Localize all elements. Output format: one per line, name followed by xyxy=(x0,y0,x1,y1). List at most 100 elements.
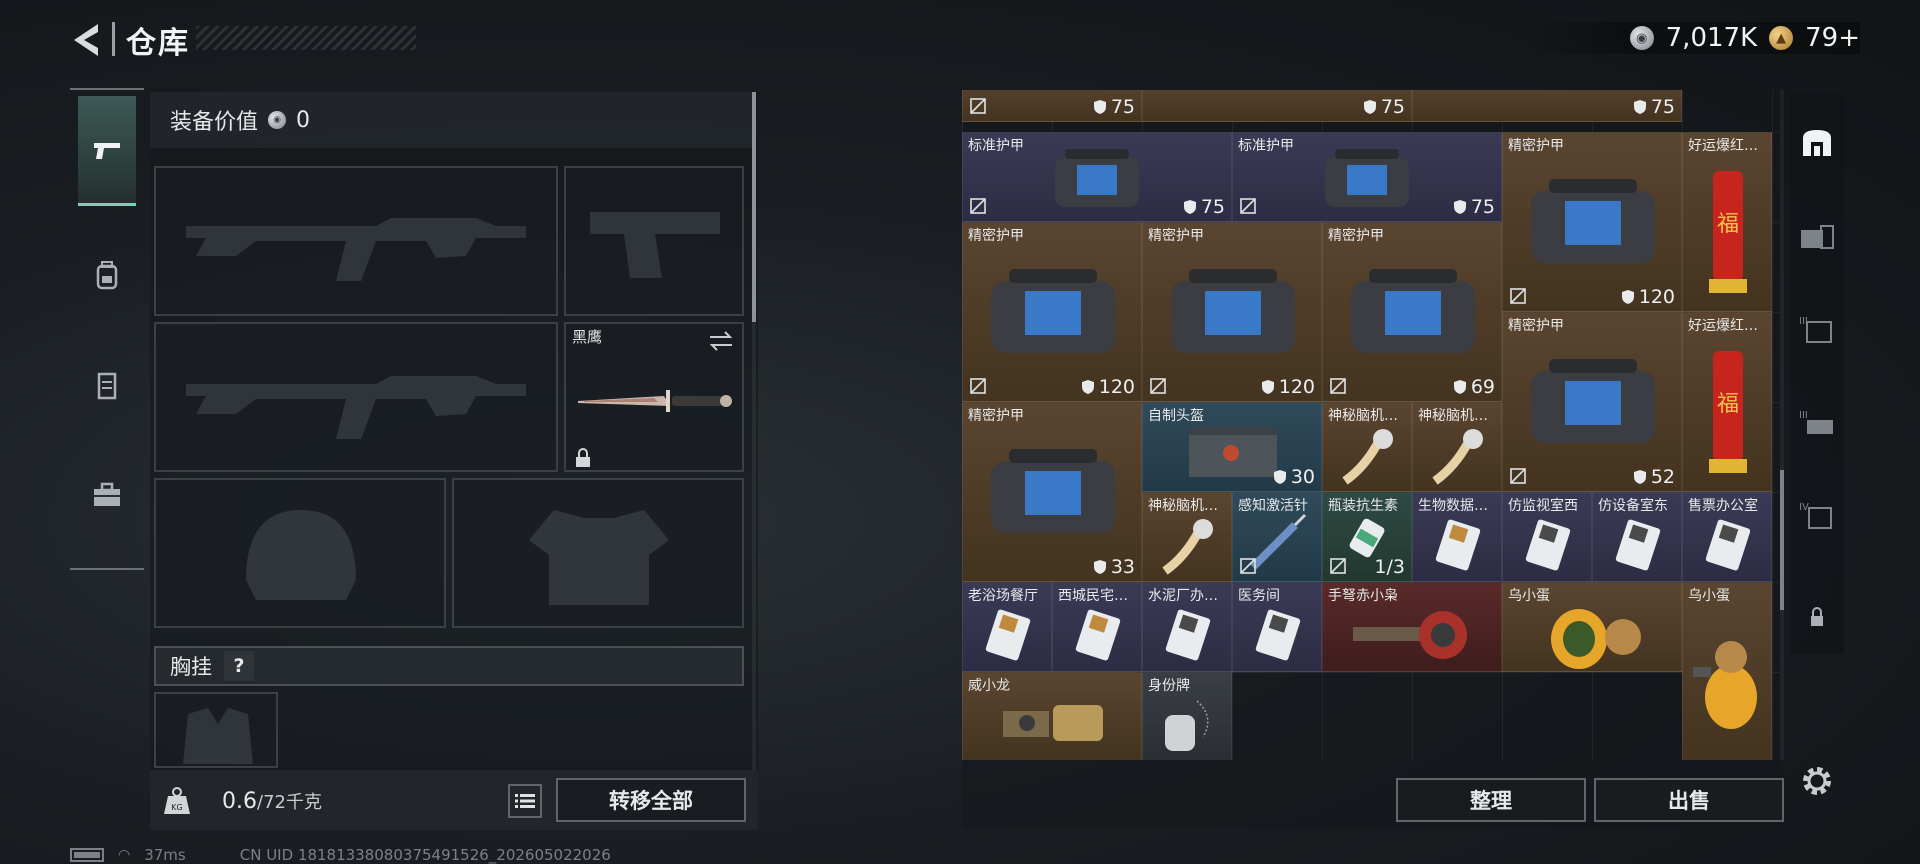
knife-icon xyxy=(578,390,732,412)
stash-item-standard-armor[interactable]: 标准护甲 75 xyxy=(1232,132,1502,222)
back-button[interactable] xyxy=(68,20,104,60)
shield-icon xyxy=(1261,380,1274,394)
settings-gear-icon[interactable] xyxy=(1798,762,1836,800)
stash-item-firecracker[interactable]: 好运爆红… 福 xyxy=(1682,312,1772,492)
stash-tab-4-icon: III xyxy=(1799,410,1833,434)
primary-weapon-slot[interactable] xyxy=(154,166,558,316)
firecracker-icon: 福 xyxy=(1709,351,1747,473)
tab-toolbox[interactable] xyxy=(78,440,136,550)
stash-item-keycard[interactable]: 仿设备室东 xyxy=(1592,492,1682,582)
figure-icon xyxy=(1353,611,1467,659)
tab-rig[interactable] xyxy=(78,330,136,440)
stash-item-dragon-figure[interactable]: 威小龙 xyxy=(962,672,1142,760)
melee-name: 黑鹰 xyxy=(572,328,603,346)
stash-item-precision-armor[interactable]: 精密护甲 69 xyxy=(1322,222,1502,402)
stash-item-dog-tag[interactable]: 身份牌 xyxy=(1142,672,1232,760)
item-name: 精密护甲 xyxy=(968,408,1024,424)
stash-item-homemade-helmet[interactable]: 自制头盔 30 xyxy=(1142,402,1322,492)
no-insurance-icon xyxy=(1150,378,1166,394)
sell-button[interactable]: 出售 xyxy=(1594,778,1784,822)
keycard-icon xyxy=(1525,519,1571,571)
silver-coin-icon: ◉ xyxy=(1629,26,1654,50)
stash-item-keycard[interactable]: 水泥厂办… xyxy=(1142,582,1232,672)
no-insurance-icon xyxy=(1240,198,1256,214)
gold-amount[interactable]: 79+ xyxy=(1805,23,1860,53)
item-name: 神秘脑机… xyxy=(1418,408,1488,424)
egg-figure-icon xyxy=(1693,641,1757,729)
swap-icon[interactable] xyxy=(708,330,734,352)
stash-tab-3-icon: III xyxy=(1799,316,1832,343)
stash-item-brain-chip[interactable]: 神秘脑机… xyxy=(1412,402,1502,492)
armor-bag-icon xyxy=(1055,149,1139,207)
item-name: 精密护甲 xyxy=(968,228,1024,244)
stash-item[interactable]: 75 xyxy=(1142,90,1412,122)
stash-item-brain-chip[interactable]: 神秘脑机… xyxy=(1322,402,1412,492)
stash-tab-3[interactable]: III xyxy=(1794,300,1840,360)
item-name: 瓶装抗生素 xyxy=(1328,498,1398,514)
chest-rig-slot[interactable] xyxy=(154,692,278,768)
brain-chip-icon xyxy=(1162,519,1213,575)
secondary-weapon-slot[interactable] xyxy=(564,166,744,316)
stash-item[interactable]: 75 xyxy=(1412,90,1682,122)
stash-item-crossbow-figure[interactable]: 手弩赤小枭 xyxy=(1322,582,1502,672)
primary-weapon-slot-2[interactable] xyxy=(154,322,558,472)
durability-value: 120 xyxy=(1081,376,1135,398)
weight-readout: 0.6/72千克 xyxy=(222,788,322,814)
stash-item-keycard[interactable]: 老浴场餐厅 xyxy=(962,582,1052,672)
stash-item[interactable]: 75 xyxy=(962,90,1142,122)
stash-item-keycard[interactable]: 西城民宅… xyxy=(1052,582,1142,672)
weight-icon: KG xyxy=(164,787,190,814)
list-icon xyxy=(515,794,535,808)
stash-item-antibiotics[interactable]: 瓶装抗生素 1/3 xyxy=(1322,492,1412,582)
equipment-scroll-thumb[interactable] xyxy=(752,92,756,322)
stash-item-standard-armor[interactable]: 标准护甲 75 xyxy=(962,132,1232,222)
keycard-icon xyxy=(1435,519,1481,571)
shield-icon xyxy=(1621,290,1634,304)
rifle-silhouette-icon xyxy=(186,218,526,281)
stash-item-injector[interactable]: 感知激活针 xyxy=(1232,492,1322,582)
rig-icon xyxy=(97,372,117,400)
stash-item-keycard[interactable]: 售票办公室 xyxy=(1682,492,1772,582)
backpack-icon xyxy=(96,261,118,290)
stash-item-precision-armor[interactable]: 精密护甲 33 xyxy=(962,402,1142,582)
list-view-button[interactable] xyxy=(508,784,542,818)
stash-item-precision-armor[interactable]: 精密护甲 120 xyxy=(962,222,1142,402)
uses-value: 1/3 xyxy=(1374,556,1405,578)
armor-slot[interactable] xyxy=(452,478,744,628)
stash-tab-locked[interactable] xyxy=(1794,588,1840,648)
stash-grid: 75 75 75 标准护甲 75 标准护甲 75 精密护甲 120 好运爆红… … xyxy=(962,90,1780,760)
stash-item-keycard[interactable]: 仿监视室西 xyxy=(1502,492,1592,582)
svg-text:KG: KG xyxy=(171,803,182,812)
helmet-slot[interactable] xyxy=(154,478,446,628)
stash-tab-home[interactable] xyxy=(1794,114,1840,174)
stash-item-brain-chip[interactable]: 神秘脑机… xyxy=(1142,492,1232,582)
stash-tab-4[interactable]: III xyxy=(1794,394,1840,454)
keycard-icon xyxy=(985,609,1031,661)
item-name: 好运爆红… xyxy=(1688,318,1758,334)
no-insurance-icon xyxy=(1510,288,1526,304)
keycard-icon xyxy=(1705,519,1751,571)
stash-item-egg-figure[interactable]: 乌小蛋 xyxy=(1502,582,1682,672)
transfer-all-button[interactable]: 转移全部 xyxy=(556,778,746,822)
stash-item-firecracker[interactable]: 好运爆红… 福 xyxy=(1682,132,1772,312)
stash-scroll-thumb[interactable] xyxy=(1780,470,1784,610)
stash-tab-2[interactable] xyxy=(1794,208,1840,268)
durability-value: 75 xyxy=(1633,96,1675,118)
stash-item-precision-armor[interactable]: 精密护甲 120 xyxy=(1502,132,1682,312)
stash-item-precision-armor[interactable]: 精密护甲 120 xyxy=(1142,222,1322,402)
sort-button[interactable]: 整理 xyxy=(1396,778,1586,822)
tab-weapons[interactable] xyxy=(78,96,136,206)
melee-slot[interactable]: 黑鹰 xyxy=(564,322,744,472)
stash-tab-5[interactable]: IV xyxy=(1794,486,1840,546)
stash-item-keycard[interactable]: 生物数据… xyxy=(1412,492,1502,582)
help-button[interactable]: ? xyxy=(224,651,254,681)
chest-rig-header: 胸挂 ? xyxy=(154,646,744,686)
stash-scrollbar[interactable] xyxy=(1780,90,1784,760)
tab-backpack[interactable] xyxy=(78,220,136,330)
stash-item-egg-figure[interactable]: 乌小蛋 xyxy=(1682,582,1772,760)
keycard-icon xyxy=(1075,609,1121,661)
stash-item-precision-armor[interactable]: 精密护甲 52 xyxy=(1502,312,1682,492)
armor-silhouette-icon xyxy=(529,510,669,605)
stash-item-keycard[interactable]: 医务间 xyxy=(1232,582,1322,672)
item-name: 精密护甲 xyxy=(1508,318,1564,334)
